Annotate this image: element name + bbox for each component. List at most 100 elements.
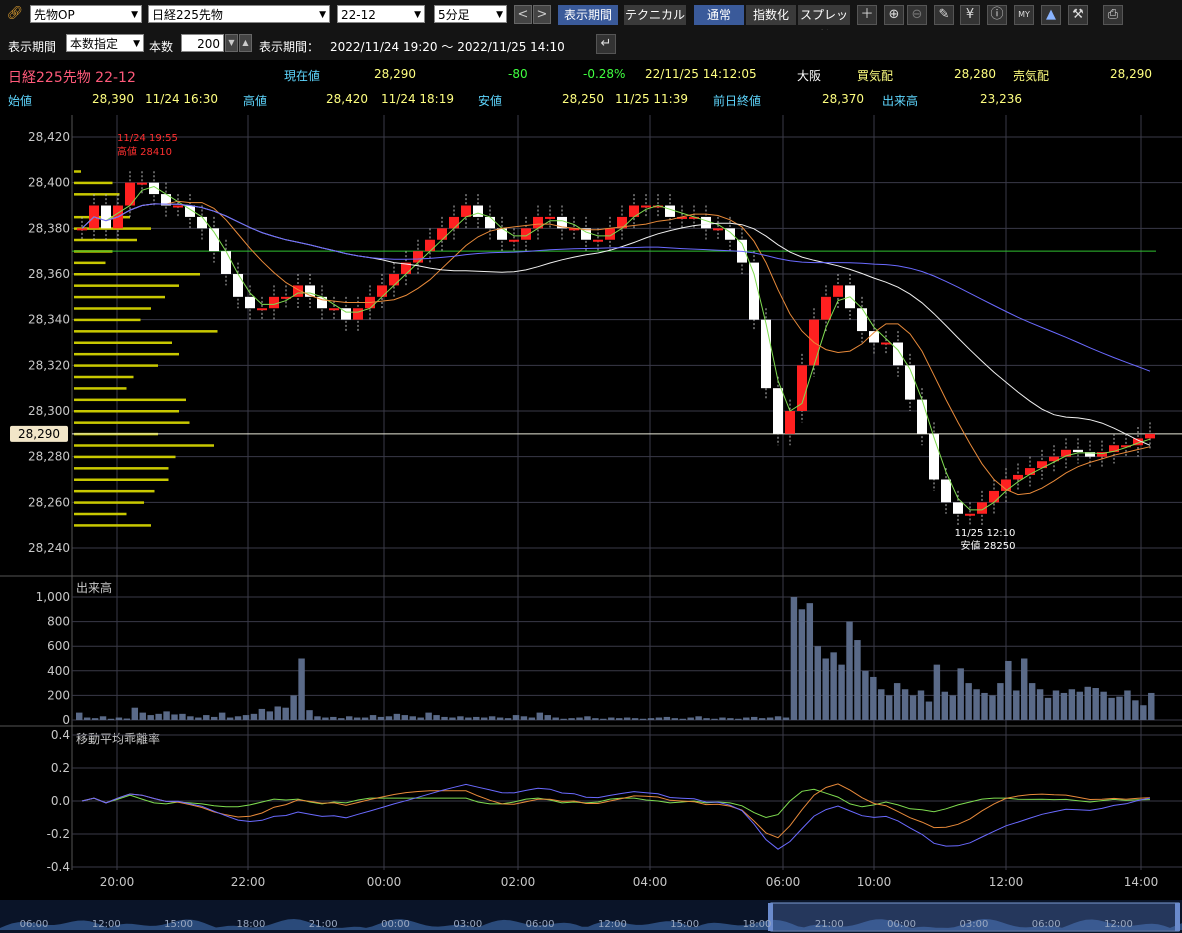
volume-bar (679, 718, 686, 720)
candle (101, 205, 111, 229)
price-tick-label: 28,240 (28, 541, 70, 555)
volume-bar (99, 716, 107, 720)
candle (449, 216, 459, 229)
volume-bar (766, 717, 774, 720)
candle (389, 274, 399, 286)
volume-bar (290, 695, 297, 720)
volume-bar (758, 718, 766, 720)
volume-bar (830, 652, 837, 720)
volume-bar (790, 597, 798, 720)
price-tick-label: 28,300 (28, 404, 70, 418)
price-tick-label: 28,260 (28, 495, 70, 509)
candle (749, 262, 759, 320)
volume-bar (346, 716, 353, 720)
time-axis-label: 12:00 (989, 875, 1024, 889)
candle (713, 228, 723, 231)
volume-bar (1132, 700, 1139, 720)
volume-profile-bar (74, 455, 176, 459)
volume-bar (314, 716, 321, 720)
candle (773, 388, 783, 434)
price-tick-label: 28,340 (28, 313, 70, 327)
candle (965, 513, 975, 516)
volume-bar (814, 646, 821, 720)
volume-profile-bar (74, 512, 127, 516)
volume-bar (608, 717, 615, 720)
volume-profile-bar (74, 478, 169, 481)
volume-bar (449, 717, 456, 720)
volume-bar (671, 718, 679, 720)
volume-profile-bar (74, 375, 134, 379)
volume-profile-bar (74, 193, 120, 196)
candle (353, 308, 363, 320)
volume-bar (560, 718, 567, 720)
volume-bar (377, 716, 385, 720)
volume-bar (520, 716, 528, 720)
volume-bar (552, 717, 559, 720)
volume-bar (226, 717, 234, 720)
navigator-axis-label: 00:00 (887, 919, 916, 930)
candle (833, 285, 843, 297)
volume-bar (361, 717, 369, 720)
volume-tick-label: 200 (47, 688, 70, 702)
volume-bar (76, 712, 83, 720)
candle (125, 182, 135, 206)
volume-bar (187, 716, 194, 720)
volume-tick-label: 600 (47, 639, 70, 653)
volume-profile-bar (74, 261, 106, 265)
volume-bar (171, 714, 178, 720)
volume-bar (266, 711, 274, 720)
volume-profile-bar (74, 387, 127, 390)
volume-bar (1100, 691, 1107, 720)
volume-bar (1005, 660, 1012, 720)
volume-profile-bar (74, 273, 200, 276)
candle (857, 308, 867, 332)
volume-bar (91, 718, 99, 720)
candle (377, 285, 387, 297)
chart-area[interactable]: 28,420 28,400 28,380 28,360 28,340 28,320 28,3… (0, 0, 1182, 933)
navigator-axis-label: 03:00 (453, 919, 482, 930)
high-annotation-label: 高値 28410 (117, 145, 172, 158)
volume-tick-label: 800 (47, 615, 70, 629)
time-axis-label: 20:00 (100, 875, 135, 889)
candle (1145, 433, 1155, 439)
low-annotation-label: 安値 28250 (961, 539, 1016, 552)
volume-profile-bar (74, 170, 81, 173)
volume-bar (250, 713, 258, 720)
volume-bar (576, 717, 583, 720)
volume-bar (663, 716, 671, 720)
volume-bar (941, 691, 949, 720)
candle (785, 411, 795, 434)
volume-bar (719, 717, 726, 720)
low-annotation-time: 11/25 12:10 (955, 528, 1016, 539)
candle (953, 502, 963, 514)
candle (425, 239, 435, 252)
time-axis-label: 00:00 (367, 875, 402, 889)
volume-bar (1013, 690, 1020, 720)
volume-bar (687, 717, 694, 720)
volume-bar (909, 695, 917, 720)
volume-bar (997, 683, 1004, 720)
candle (269, 296, 279, 309)
volume-profile-bar (74, 330, 218, 333)
high-annotation-time: 11/24 19:55 (117, 133, 178, 144)
candle (437, 228, 447, 240)
volume-bar (1124, 690, 1131, 720)
candle (665, 205, 675, 217)
volume-profile-bar (74, 341, 172, 344)
volume-bar (639, 718, 647, 720)
volume-bar (203, 715, 210, 720)
volume-bar (218, 712, 226, 720)
volume-bar (1060, 692, 1068, 720)
volume-bar (298, 658, 305, 720)
volume-bar (616, 718, 623, 720)
volume-profile-bar (74, 398, 186, 402)
candle (257, 308, 267, 311)
candle (821, 296, 831, 320)
volume-bar (647, 718, 655, 720)
volume-bar (711, 718, 718, 720)
volume-bar (385, 716, 393, 720)
volume-bar (1028, 683, 1036, 720)
volume-tick-label: 1,000 (36, 590, 70, 604)
candle (1073, 449, 1083, 453)
price-tick-label: 28,320 (28, 358, 70, 372)
